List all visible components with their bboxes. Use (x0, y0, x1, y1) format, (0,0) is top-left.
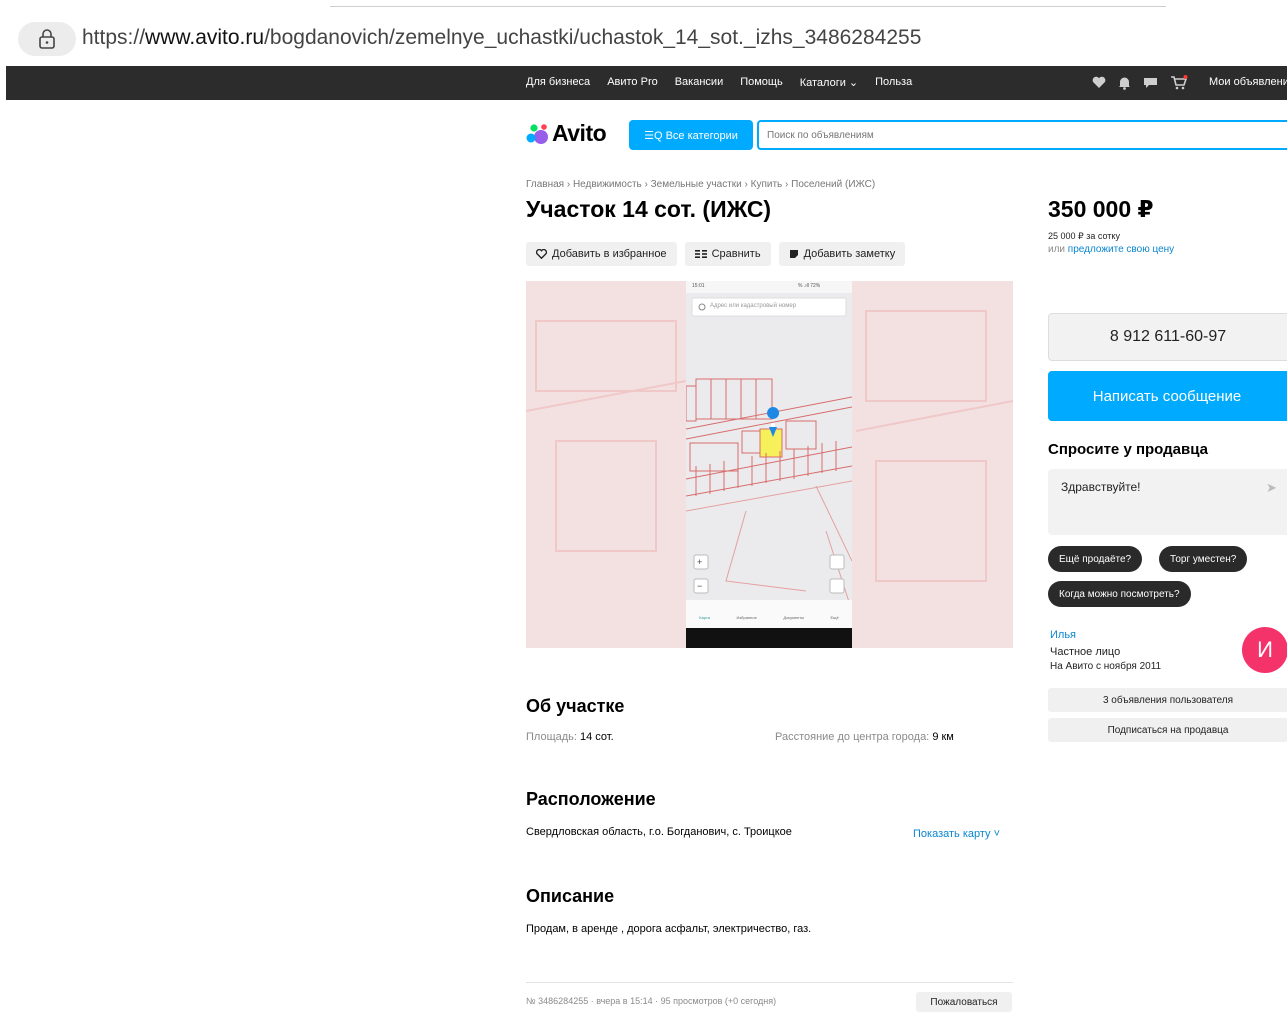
compare-label: Сравнить (711, 248, 761, 260)
avito-logo-icon (526, 123, 548, 144)
add-note-button[interactable]: Добавить заметку (778, 242, 906, 266)
favorite-label: Добавить в избранное (552, 248, 667, 260)
compare-icon (694, 250, 707, 258)
area-value: 14 сот. (580, 731, 614, 743)
nav-help[interactable]: Помощь (740, 76, 783, 89)
seller-name-link[interactable]: Илья (1050, 629, 1076, 641)
url-text[interactable]: https://www.avito.ru/bogdanovich/zemelny… (82, 26, 921, 50)
area-param: Площадь: 14 сот. (526, 731, 614, 743)
site-info-button[interactable] (18, 22, 76, 56)
ask-seller-input[interactable]: Здравствуйте! (1048, 469, 1287, 535)
chat-icon[interactable] (1143, 76, 1158, 89)
map-tab-favorites: Избранное (736, 615, 757, 620)
show-phone-button[interactable]: 8 912 611-60-97 (1048, 313, 1287, 361)
logo-text: Avito (552, 120, 607, 146)
url-scheme: https:// (82, 26, 146, 49)
nav-catalogs[interactable]: Каталоги ⌄ (800, 76, 858, 89)
all-categories-button[interactable]: ☰Q Все категории (629, 120, 753, 150)
quick-question-when-view[interactable]: Когда можно посмотреть? (1048, 581, 1191, 607)
search-input[interactable] (757, 120, 1287, 150)
price: 350 000 ₽ (1048, 196, 1154, 222)
url-path: /bogdanovich/zemelnye_uchastki/uchastok_… (264, 26, 922, 49)
offer-price: или предложите свою цену (1048, 244, 1174, 255)
user-ads-button[interactable]: 3 объявления пользователя (1048, 688, 1287, 712)
map-search-hint: Адрес или кадастровый номер (710, 303, 797, 309)
add-to-favorites-button[interactable]: Добавить в избранное (526, 242, 677, 266)
write-message-button[interactable]: Написать сообщение (1048, 371, 1287, 421)
seller-avatar[interactable]: И (1242, 627, 1287, 673)
nav-for-business[interactable]: Для бизнеса (526, 76, 590, 89)
breadcrumb[interactable]: Главная › Недвижимость › Земельные участ… (526, 179, 875, 190)
phone-screenshot: 15:01 % .ıll 72% Адрес или кадастровый н… (685, 281, 853, 648)
offer-price-link[interactable]: предложите свою цену (1068, 244, 1174, 255)
listing-photo-gallery[interactable]: 15:01 % .ıll 72% Адрес или кадастровый н… (526, 281, 1013, 648)
quick-question-still-selling[interactable]: Ещё продаёте? (1048, 546, 1143, 572)
send-arrow-icon[interactable]: ➤ (1266, 480, 1277, 496)
url-domain: www.avito.ru (145, 26, 265, 49)
zoom-out-icon: − (697, 581, 703, 591)
show-map-link[interactable]: Показать карту ˅ (913, 828, 1000, 840)
top-navigation: Для бизнеса Авито Pro Вакансии Помощь Ка… (6, 66, 1287, 100)
my-ads-link[interactable]: Мои объявления (1209, 76, 1287, 88)
lock-icon (39, 29, 55, 49)
map-tab-documents: Документы (783, 615, 804, 620)
nav-vacancies[interactable]: Вакансии (675, 76, 724, 89)
listing-title: Участок 14 сот. (ИЖС) (526, 196, 772, 222)
offer-prefix: или (1048, 244, 1066, 255)
cart-icon[interactable] (1170, 75, 1188, 90)
location-heading: Расположение (526, 789, 656, 809)
avito-logo[interactable]: Avito (526, 120, 607, 147)
top-nav-links: Для бизнеса Авито Pro Вакансии Помощь Ка… (526, 76, 912, 89)
heart-icon[interactable] (1092, 76, 1106, 89)
area-label: Площадь: (526, 731, 577, 743)
heart-outline-icon (536, 249, 547, 259)
cadastral-map (685, 281, 853, 648)
map-app-tabs: Карта Избранное Документы Ещё (686, 615, 852, 620)
about-heading: Об участке (526, 696, 625, 716)
listing-actions: Добавить в избранное Сравнить Добавить з… (526, 242, 906, 266)
top-nav-icons (1092, 75, 1188, 90)
address-text: Свердловская область, г.о. Богданович, с… (526, 826, 792, 838)
description-text: Продам, в аренде , дорога асфальт, элект… (526, 923, 812, 935)
complain-button[interactable]: Пожаловаться (916, 992, 1012, 1012)
note-label: Добавить заметку (803, 248, 896, 260)
footer-divider (526, 982, 1013, 983)
bell-icon[interactable] (1118, 76, 1131, 90)
browser-address-bar: https://www.avito.ru/bogdanovich/zemelny… (0, 0, 1287, 66)
phone-status-time: 15:01 (692, 283, 705, 289)
nav-benefit[interactable]: Польза (875, 76, 912, 89)
distance-label: Расстояние до центра города: (775, 731, 930, 743)
map-tab-more: Ещё (830, 615, 839, 620)
tab-strip-line (330, 6, 1166, 7)
zoom-in-icon: + (697, 557, 703, 567)
description-heading: Описание (526, 886, 615, 906)
map-tab-map: Карта (699, 615, 710, 620)
listing-meta: № 3486284255 · вчера в 15:14 · 95 просмо… (526, 996, 777, 1006)
seller-type: Частное лицо (1050, 646, 1121, 658)
distance-value: 9 км (932, 731, 954, 743)
note-icon (789, 250, 798, 258)
distance-param: Расстояние до центра города: 9 км (775, 731, 954, 743)
nav-avito-pro[interactable]: Авито Pro (607, 76, 658, 89)
ask-seller-heading: Спросите у продавца (1048, 441, 1208, 458)
phone-status-right: % .ıll 72% (798, 283, 821, 289)
compare-button[interactable]: Сравнить (684, 242, 771, 266)
subscribe-seller-button[interactable]: Подписаться на продавца (1048, 718, 1287, 742)
quick-question-bargain[interactable]: Торг уместен? (1159, 546, 1248, 572)
seller-since: На Авито с ноября 2011 (1050, 661, 1162, 672)
price-per-unit: 25 000 ₽ за сотку (1048, 231, 1120, 241)
